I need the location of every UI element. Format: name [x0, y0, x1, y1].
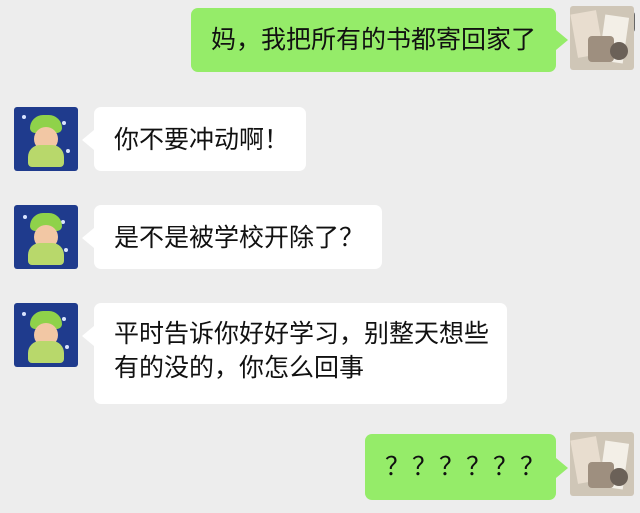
message-bubble-outgoing-2[interactable]: ？？？？？？	[365, 434, 556, 500]
message-bubble-outgoing-1[interactable]: 妈，我把所有的书都寄回家了	[191, 8, 556, 72]
bubble-tail	[82, 130, 94, 150]
bubble-tail	[82, 228, 94, 248]
message-text: 是不是被学校开除了？	[114, 223, 365, 252]
message-bubble-incoming-3[interactable]: 平时告诉你好好学习，别整天想些 有的没的，你怎么回事	[94, 303, 507, 404]
message-text: 你不要冲动啊！	[114, 125, 290, 154]
mom-avatar[interactable]	[14, 205, 78, 269]
bubble-tail	[82, 326, 94, 346]
bubble-tail	[556, 458, 568, 478]
message-bubble-incoming-1[interactable]: 你不要冲动啊！	[94, 107, 306, 171]
mom-avatar[interactable]	[14, 303, 78, 367]
message-text: ？？？？？？	[385, 452, 548, 481]
message-text-line: 有的没的，你怎么回事	[114, 353, 365, 382]
my-avatar[interactable]	[570, 432, 634, 496]
bubble-tail	[556, 30, 568, 50]
message-text: 妈，我把所有的书都寄回家了	[211, 25, 537, 54]
mom-avatar[interactable]	[14, 107, 78, 171]
message-bubble-incoming-2[interactable]: 是不是被学校开除了？	[94, 205, 382, 269]
message-text-line: 平时告诉你好好学习，别整天想些	[114, 319, 490, 348]
my-avatar[interactable]	[570, 6, 634, 70]
